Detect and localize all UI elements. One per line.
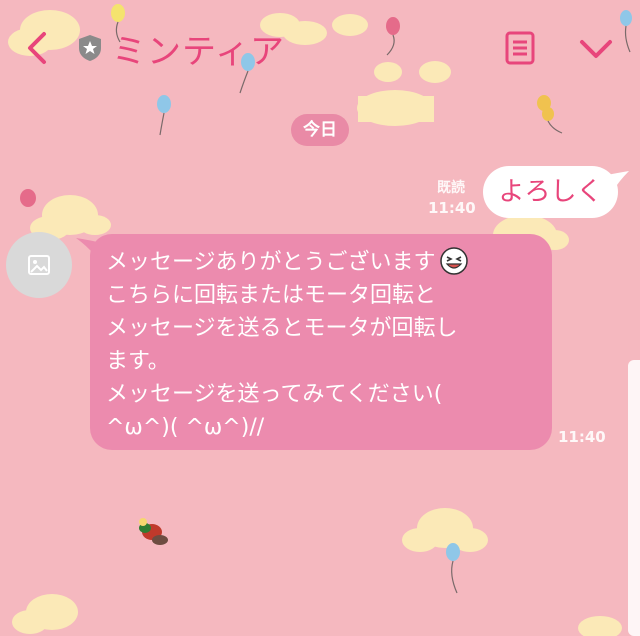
read-receipt: 既読: [437, 180, 465, 196]
outgoing-message-bubble[interactable]: よろしく: [483, 166, 618, 218]
bubble-tail: [607, 171, 629, 191]
message-line: メッセージありがとうございます: [106, 246, 536, 279]
grinning-face-icon: [439, 247, 468, 275]
message-text: メッセージありがとうございます: [106, 250, 436, 275]
shield-star-icon: [79, 35, 101, 61]
chevron-left-icon[interactable]: [18, 26, 58, 70]
date-separator: 今日: [291, 114, 349, 146]
chevron-down-icon[interactable]: [574, 32, 618, 68]
message-timestamp: 11:40: [428, 199, 476, 217]
scrollbar[interactable]: [628, 360, 640, 636]
message-line: メッセージを送るとモータが回転し: [106, 316, 458, 341]
chat-title: ミンティア: [112, 32, 285, 72]
chat-header: ミンティア: [0, 0, 640, 96]
incoming-message-bubble[interactable]: メッセージありがとうございます こちらに回転またはモータ回転と メッセージを送る…: [90, 234, 552, 450]
message-line: こちらに回転またはモータ回転と: [106, 283, 437, 308]
message-line: ます。: [106, 349, 170, 374]
message-line: メッセージを送ってみてください(: [106, 382, 443, 407]
message-line: ^ω^)( ^ω^)//: [106, 415, 265, 440]
message-timestamp: 11:40: [558, 428, 606, 446]
image-placeholder-icon: [28, 255, 50, 275]
notes-icon[interactable]: [502, 30, 538, 66]
